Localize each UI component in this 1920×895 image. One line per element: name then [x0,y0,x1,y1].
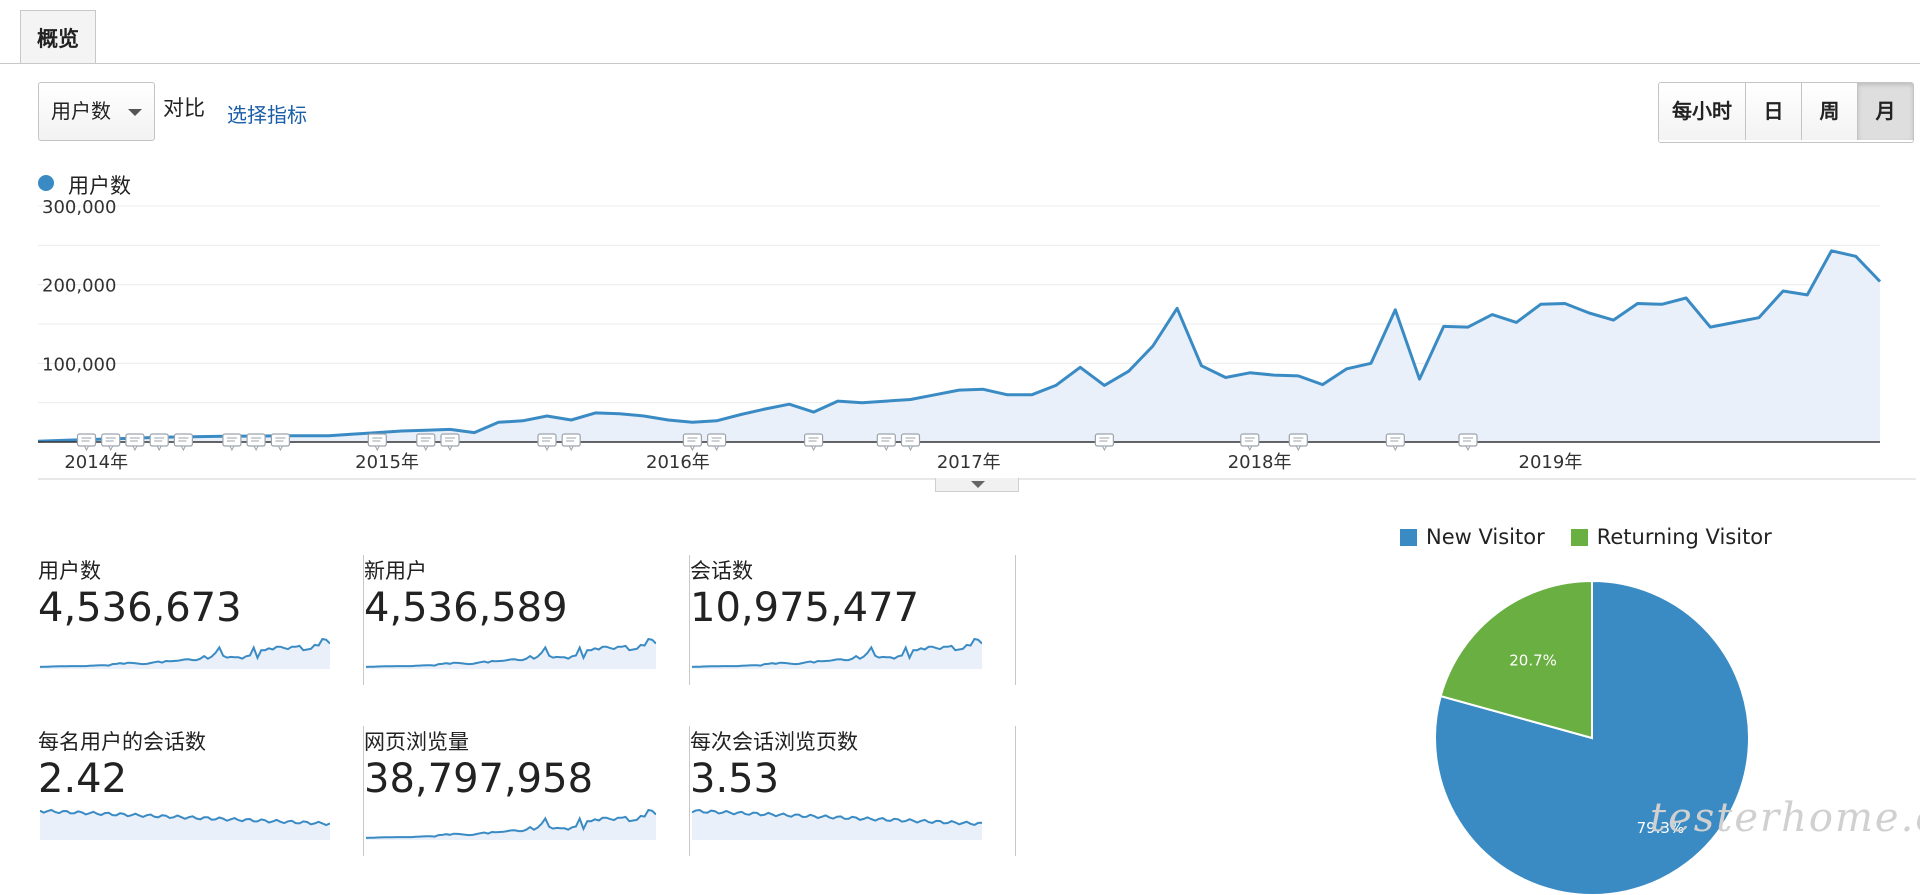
metric-label: 每次会话浏览页数 [690,730,858,754]
series-legend-dot [38,175,54,191]
comment-icon [1458,433,1478,452]
comment-icon [682,433,703,452]
metric-sparkline [692,808,982,840]
pie-legend-item-new[interactable]: New Visitor [1400,525,1545,549]
sparkline-area [692,639,982,669]
metric-select[interactable]: 用户数 [38,82,155,141]
metric-label: 每名用户的会话数 [38,730,206,754]
x-tick-label: 2015年 [355,452,419,473]
y-tick-label: 300,000 [42,200,116,218]
metric-label: 新用户 [364,559,427,583]
y-tick-label: 100,000 [42,354,116,375]
comment-icon [222,433,242,452]
comment-icon [1385,433,1405,452]
sparkline-area [40,639,330,669]
metric-value: 38,797,958 [364,756,594,802]
metric-tile-users[interactable]: 用户数 4,536,673 [38,555,364,685]
metric-sparkline [366,637,656,669]
x-tick-label: 2014年 [64,452,128,473]
chevron-down-icon [971,481,985,488]
sparkline-area [40,810,330,840]
chart-expander[interactable] [935,478,1019,492]
comment-icon [876,433,896,452]
x-tick-label: 2018年 [1228,452,1292,473]
metric-tile-pageviews[interactable]: 网页浏览量 38,797,958 [364,726,690,856]
pie-slice-label: 20.7% [1509,652,1557,670]
comment-icon [270,433,290,452]
metric-tile-new-users[interactable]: 新用户 4,536,589 [364,555,690,685]
metric-value: 4,536,673 [38,585,242,631]
comment-icon [246,433,266,452]
metric-value: 4,536,589 [364,585,568,631]
comment-icon [440,433,460,452]
legend-swatch [1570,528,1588,546]
comment-icon [173,433,193,452]
tab-bar: 概览 [0,0,1920,64]
comment-icon [900,433,921,452]
x-tick-label: 2016年 [646,452,710,473]
comment-icon [561,433,581,452]
y-tick-label: 200,000 [42,276,116,297]
metric-sparkline [40,808,330,840]
legend-swatch [1400,528,1417,546]
x-tick-label: 2019年 [1519,452,1583,473]
granularity-month-button[interactable]: 月 [1858,83,1913,140]
pie-legend: New Visitor Returning Visitor [1400,525,1798,549]
tab-overview[interactable]: 概览 [20,10,96,63]
sparkline-area [366,810,656,840]
metric-sparkline [366,808,656,840]
pie-legend-label: Returning Visitor [1596,525,1772,549]
metric-value: 10,975,477 [690,585,920,631]
granularity-hourly-button[interactable]: 每小时 [1659,83,1746,140]
series-area [38,250,1880,442]
comment-icon [101,433,121,452]
series-legend-label[interactable]: 用户数 [68,170,131,200]
granularity-week-button[interactable]: 周 [1802,83,1858,140]
sparkline-area [366,639,656,669]
comment-icon [149,433,169,452]
metric-label: 网页浏览量 [364,730,469,754]
metric-value: 3.53 [690,756,780,802]
comment-icon [1240,433,1260,452]
comment-icon [537,433,557,452]
comment-icon [1094,433,1115,452]
pie-legend-item-returning[interactable]: Returning Visitor [1570,525,1772,549]
metric-label: 会话数 [690,559,753,583]
metric-value: 2.42 [38,756,128,802]
users-over-time-chart[interactable]: 300,000 200,000 100,000 2014年 2015年 2016年 2017… [0,200,1920,480]
metric-select-value: 用户数 [51,99,111,123]
metric-tile-pages-per-session[interactable]: 每次会话浏览页数 3.53 [690,726,1016,856]
compare-label: 对比 [163,96,205,120]
comment-icon [1288,433,1308,452]
metric-tile-sessions-per-user[interactable]: 每名用户的会话数 2.42 [38,726,364,856]
watermark-text: testerhome.com [1650,795,1920,841]
comment-icon [706,433,727,452]
comment-icon [76,433,97,452]
metric-label: 用户数 [38,559,101,583]
x-tick-label: 2017年 [937,452,1001,473]
chevron-down-icon [128,109,142,116]
visitor-type-pie-chart[interactable]: 79.3%20.7% [1430,575,1760,895]
metric-tile-sessions[interactable]: 会话数 10,975,477 [690,555,1016,685]
granularity-day-button[interactable]: 日 [1746,83,1802,140]
comment-icon [416,433,436,452]
comment-icon [367,433,387,452]
metric-sparkline [692,637,982,669]
metric-sparkline [40,637,330,669]
granularity-toggle: 每小时 日 周 月 [1658,82,1914,143]
choose-metric-link[interactable]: 选择指标 [227,99,307,128]
comment-icon [803,433,824,452]
comment-icon [125,433,145,452]
pie-legend-label: New Visitor [1426,525,1545,549]
